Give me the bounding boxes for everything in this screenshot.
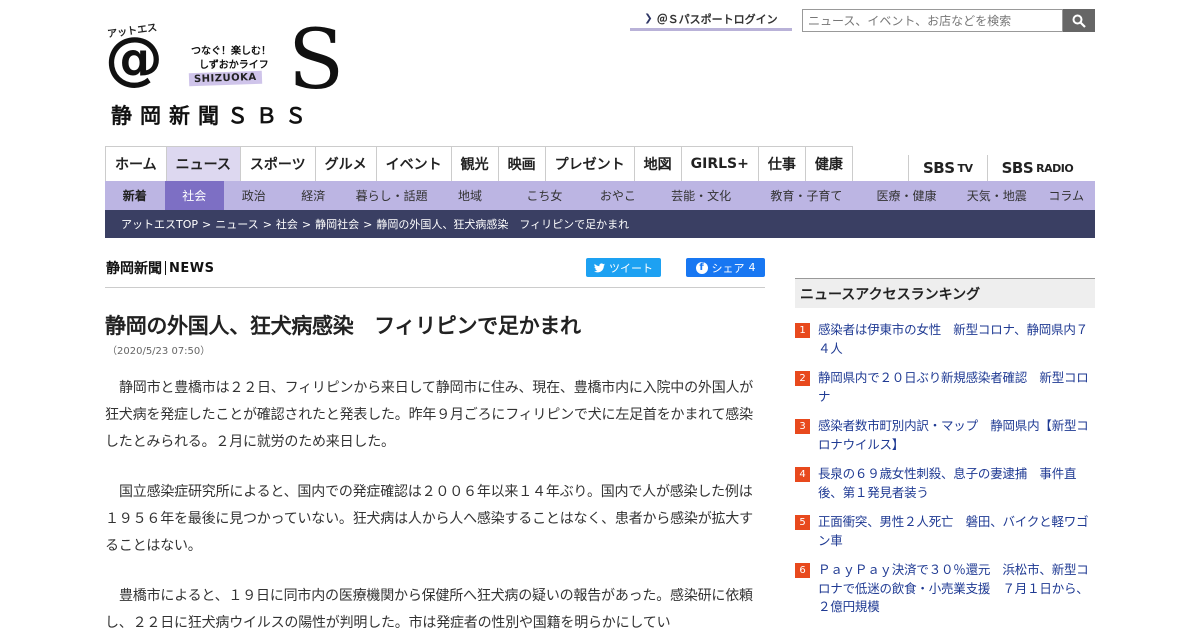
main-nav-item[interactable]: 仕事 (759, 147, 806, 181)
rank-badge: 4 (795, 467, 810, 482)
ranking-item[interactable]: 3 感染者数市町別内訳・マップ 静岡県内【新型コロナウイルス】 (795, 417, 1095, 454)
logo-tagline-2: しずおかライフ (199, 60, 269, 71)
category-nav-item[interactable]: 教育・子育て (756, 181, 857, 210)
ranking-link[interactable]: 正面衝突、男性２人死亡 磐田、バイクと軽ワゴン車 (818, 513, 1095, 550)
main-nav-item[interactable]: プレゼント (546, 147, 635, 181)
article-paragraph: 豊橋市によると、１９日に同市内の医療機関から保健所へ狂犬病の疑いの報告があった。… (105, 588, 753, 630)
category-nav-item[interactable]: 社会 (164, 181, 225, 210)
sbs-radio-suffix: RADIO (1036, 161, 1074, 175)
share-label: シェア (711, 261, 745, 275)
brand-separator (165, 261, 166, 275)
news-access-ranking: ニュースアクセスランキング 1 感染者は伊東市の女性 新型コロナ、静岡県内７４人 2… (795, 278, 1095, 628)
breadcrumb-link[interactable]: アットエスTOP (121, 216, 198, 232)
sbs-radio-link[interactable]: SBS RADIO (986, 155, 1088, 181)
category-nav-item[interactable]: コラム (1037, 181, 1095, 210)
search-input[interactable] (802, 9, 1063, 32)
site-search (802, 9, 1095, 32)
category-nav-item[interactable]: 暮らし・話題 (343, 181, 440, 210)
facebook-icon: f (695, 261, 708, 274)
main-nav-item[interactable]: 映画 (499, 147, 546, 181)
breadcrumb: アットエスTOP > ニュース > 社会 > 静岡社会 > 静岡の外国人、狂犬病感染 フィリピン… (105, 210, 1095, 238)
ranking-item[interactable]: 6 ＰａｙＰａｙ決済で３０％還元 浜松市、新型コロナで低迷の飲食・小売業支援 ７月… (795, 561, 1095, 617)
sbs-tv-label: SBS (923, 159, 955, 177)
passport-login-label: ＠Ｓパスポートログイン (656, 12, 778, 26)
article-brand-bar: 静岡新聞 NEWS ツイート f シェア 4 (105, 250, 765, 288)
main-nav-item[interactable]: イベント (377, 147, 452, 181)
rank-badge: 1 (795, 323, 810, 338)
brand-en: NEWS (169, 260, 215, 276)
category-nav-item[interactable]: 新着 (105, 181, 165, 210)
category-nav-item[interactable]: こち女 (500, 181, 589, 210)
brand-jp: 静岡新聞 (106, 261, 162, 277)
article-title: 静岡の外国人、狂犬病感染 フィリピンで足かまれ (105, 314, 581, 338)
tweet-button[interactable]: ツイート (586, 258, 661, 277)
tweet-label: ツイート (609, 261, 653, 275)
rank-badge: 6 (795, 563, 810, 578)
logo-tagline-1: つなぐ！楽しむ！ (191, 46, 271, 57)
article-body: 静岡市と豊橋市は２２日、フィリピンから来日して静岡市に住み、現在、豊橋市内に入院… (105, 375, 765, 630)
rank-badge: 2 (795, 371, 810, 386)
ranking-link[interactable]: 感染者数市町別内訳・マップ 静岡県内【新型コロナウイルス】 (818, 417, 1095, 454)
ranking-item[interactable]: 1 感染者は伊東市の女性 新型コロナ、静岡県内７４人 (795, 321, 1095, 358)
twitter-bird-icon (594, 262, 605, 272)
breadcrumb-separator: > (363, 217, 373, 231)
logo-big-s: S (288, 13, 345, 108)
breadcrumb-link[interactable]: 静岡社会 (315, 216, 359, 232)
breadcrumb-separator: > (262, 217, 272, 231)
share-count: 4 (748, 261, 756, 274)
ranking-item[interactable]: 5 正面衝突、男性２人死亡 磐田、バイクと軽ワゴン車 (795, 513, 1095, 550)
rank-badge: 3 (795, 419, 810, 434)
sbs-tv-link[interactable]: SBS TV (908, 155, 987, 181)
ranking-heading: ニュースアクセスランキング (795, 278, 1095, 308)
sbs-tv-suffix: TV (957, 161, 974, 175)
breadcrumb-link[interactable]: ニュース (215, 216, 258, 232)
article: 静岡新聞 NEWS ツイート f シェア 4 静岡の外国人、狂犬病感染 フィリピ… (105, 250, 765, 630)
site-logo[interactable]: アットエス @ つなぐ！楽しむ！ しずおかライフ SHIZUOKA S 静岡新聞… (105, 16, 345, 129)
category-nav-item[interactable]: 政治 (224, 181, 284, 210)
ranking-link[interactable]: 長泉の６９歳女性刺殺、息子の妻逮捕 事件直後、第１発見者装う (818, 465, 1095, 502)
shizuoka-shimbun-news-logo: 静岡新聞 NEWS (106, 258, 214, 278)
category-nav-item[interactable]: 芸能・文化 (647, 181, 756, 210)
sbs-radio-label: SBS (1001, 159, 1034, 177)
main-nav-item[interactable]: 健康 (806, 147, 852, 181)
external-nav: SBS TV SBS RADIO (908, 155, 1087, 181)
category-nav-item[interactable]: おやこ (589, 181, 647, 210)
passport-login-link[interactable]: ❯ ＠Ｓパスポートログイン (630, 9, 792, 31)
ranking-link[interactable]: 静岡県内で２０日ぶり新規感染者確認 新型コロナ (818, 369, 1095, 406)
breadcrumb-separator: > (301, 217, 312, 231)
article-date: （2020/5/23 07:50） (107, 346, 211, 357)
main-nav-item[interactable]: 地図 (635, 147, 682, 181)
category-nav: 新着 社会 政治 経済 暮らし・話題 地域 こち女 おやこ 芸能・文化 教育・子育て 医療・健康 天気… (105, 181, 1095, 210)
breadcrumb-current: 静岡の外国人、狂犬病感染 フィリピンで足かまれ (376, 218, 630, 231)
article-paragraph: 静岡市と豊橋市は２２日、フィリピンから来日して静岡市に住み、現在、豊橋市内に入院… (105, 380, 754, 450)
search-button[interactable] (1063, 9, 1095, 32)
chevron-right-icon: ❯ (644, 13, 653, 24)
main-nav-item[interactable]: 観光 (452, 147, 499, 181)
main-nav-item[interactable]: グルメ (316, 147, 377, 181)
main-nav-item[interactable]: ニュース (166, 147, 241, 181)
category-nav-item[interactable]: 経済 (284, 181, 344, 210)
facebook-share-button[interactable]: f シェア 4 (686, 258, 765, 277)
article-paragraph: 国立感染症研究所によると、国内での発症確認は２００６年以来１４年ぶり。国内で人が… (105, 484, 753, 554)
breadcrumb-link[interactable]: 社会 (276, 216, 298, 232)
main-nav-item[interactable]: GIRLS+ (682, 147, 759, 181)
category-nav-item[interactable]: 医療・健康 (857, 181, 956, 210)
ranking-item[interactable]: 4 長泉の６９歳女性刺殺、息子の妻逮捕 事件直後、第１発見者装う (795, 465, 1095, 502)
ranking-link[interactable]: 感染者は伊東市の女性 新型コロナ、静岡県内７４人 (818, 321, 1095, 358)
rank-badge: 5 (795, 515, 810, 530)
category-nav-item[interactable]: 天気・地震 (956, 181, 1037, 210)
main-nav-item[interactable]: ホーム (106, 147, 167, 181)
main-nav-item[interactable]: スポーツ (241, 147, 316, 181)
breadcrumb-separator: > (202, 217, 212, 231)
ranking-link[interactable]: ＰａｙＰａｙ決済で３０％還元 浜松市、新型コロナで低迷の飲食・小売業支援 ７月１… (818, 561, 1095, 617)
logo-paper-name: 静岡新聞ＳＢＳ (111, 104, 314, 128)
category-nav-item[interactable]: 地域 (440, 181, 500, 210)
main-nav: ホーム ニュース スポーツ グルメ イベント 観光 映画 プレゼント 地図 GIRLS+ 仕事 健康 (105, 146, 853, 181)
ranking-item[interactable]: 2 静岡県内で２０日ぶり新規感染者確認 新型コロナ (795, 369, 1095, 406)
search-icon (1072, 14, 1086, 28)
logo-shizuoka-badge: SHIZUOKA (188, 70, 262, 87)
ranking-list: 1 感染者は伊東市の女性 新型コロナ、静岡県内７４人 2 静岡県内で２０日ぶり新規感染… (795, 321, 1095, 617)
logo-at-symbol: @ (105, 24, 163, 92)
